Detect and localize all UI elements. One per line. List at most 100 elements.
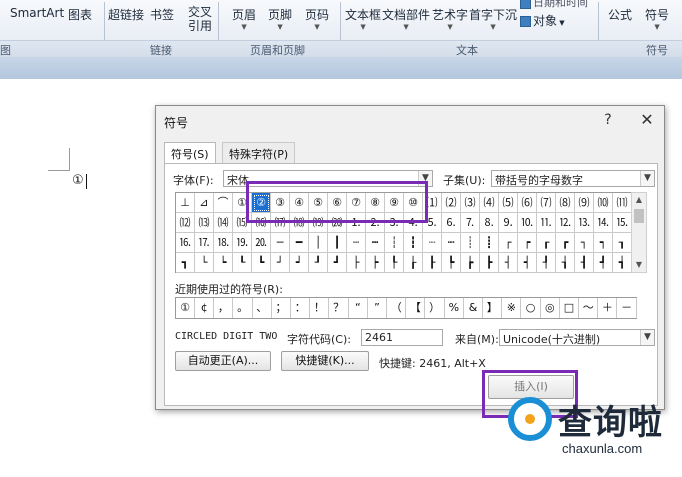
symbol-cell[interactable]: ⒄ <box>271 213 290 233</box>
symbol-cell[interactable]: ⒔ <box>575 213 594 233</box>
recent-symbol-cell[interactable]: ！ <box>310 298 330 318</box>
recent-symbol-cell[interactable]: － <box>618 298 637 318</box>
wordart-button[interactable]: 艺术字 ▼ <box>432 6 468 32</box>
symbol-cell[interactable]: ⌒ <box>214 193 233 213</box>
symbol-cell[interactable]: │ <box>309 233 328 253</box>
symbol-cell[interactable]: ┦ <box>537 253 556 273</box>
from-select[interactable]: Unicode(十六进制) ▼ <box>499 329 655 346</box>
symbol-cell[interactable]: ⒑ <box>518 213 537 233</box>
help-icon[interactable]: ? <box>599 112 617 128</box>
symbol-cell[interactable]: ┚ <box>309 253 328 273</box>
symbol-cell[interactable]: ⒈ <box>347 213 366 233</box>
recent-symbols-row[interactable]: ① ¢，。、；：！？ “” （【）% &】 ※ ○ ◎ □ ～＋－ <box>175 297 637 319</box>
symbol-cell[interactable]: ⒌ <box>423 213 442 233</box>
symbol-cell[interactable]: ⑹ <box>518 193 537 213</box>
symbol-cell[interactable]: ┃ <box>328 233 347 253</box>
symbol-cell[interactable]: ┢ <box>461 253 480 273</box>
hyperlink-button[interactable]: 超链接 <box>108 6 144 23</box>
scroll-up-icon[interactable]: ▲ <box>632 193 646 207</box>
symbol-cell[interactable]: ⑽ <box>594 193 613 213</box>
header-button[interactable]: 页眉 ▼ <box>232 6 256 32</box>
recent-symbol-cell[interactable]: ？ <box>330 298 349 318</box>
symbol-cell[interactable]: ┋ <box>480 233 499 253</box>
symbol-cell[interactable]: ┣ <box>480 253 499 273</box>
scroll-thumb[interactable] <box>634 209 644 223</box>
symbol-cell[interactable]: ┉ <box>442 233 461 253</box>
quick-parts-button[interactable]: 文档部件 ▼ <box>382 6 430 32</box>
symbol-cell[interactable]: ┘ <box>271 253 290 273</box>
recent-symbol-cell[interactable]: ※ <box>502 298 522 318</box>
tab-special-characters[interactable]: 特殊字符(P) <box>222 142 296 163</box>
symbol-cell[interactable]: ┅ <box>366 233 385 253</box>
symbol-cell[interactable]: ├ <box>347 253 366 273</box>
document-inserted-character[interactable]: ① <box>72 173 84 188</box>
symbol-cell[interactable]: ┛ <box>328 253 347 273</box>
equation-button[interactable]: 公式 <box>608 6 632 23</box>
tab-symbols[interactable]: 符号(S) <box>164 142 216 164</box>
subset-select[interactable]: 带括号的字母数字 ▼ <box>491 170 655 187</box>
symbol-cell[interactable]: ⒃ <box>252 213 271 233</box>
symbol-cell[interactable]: ┟ <box>404 253 423 273</box>
symbol-cell[interactable]: ② <box>252 193 271 213</box>
recent-symbol-cell[interactable]: 。 <box>234 298 253 318</box>
symbol-cell[interactable]: ┍ <box>518 233 537 253</box>
symbol-cell[interactable]: ┕ <box>214 253 233 273</box>
symbol-cell[interactable]: ┝ <box>366 253 385 273</box>
symbol-cell[interactable]: ┩ <box>594 253 613 273</box>
symbol-cell[interactable]: ┤ <box>499 253 518 273</box>
chevron-down-icon[interactable]: ▼ <box>640 171 654 186</box>
chevron-down-icon[interactable]: ▼ <box>640 330 654 345</box>
chevron-down-icon[interactable]: ▼ <box>418 171 432 186</box>
symbol-cell[interactable]: ⑼ <box>575 193 594 213</box>
symbol-cell[interactable]: ⒒ <box>537 213 556 233</box>
symbol-cell[interactable]: ⒍ <box>442 213 461 233</box>
symbol-cell[interactable]: ┙ <box>290 253 309 273</box>
symbol-cell[interactable]: ⒁ <box>214 213 233 233</box>
recent-symbol-cell[interactable]: ＋ <box>598 298 618 318</box>
page-number-button[interactable]: 页码 ▼ <box>305 6 329 32</box>
symbol-cell[interactable]: ┨ <box>575 253 594 273</box>
symbol-cell[interactable]: ⑤ <box>309 193 328 213</box>
symbol-cell[interactable]: ┪ <box>613 253 632 273</box>
symbol-cell[interactable]: ⑿ <box>176 213 195 233</box>
char-code-input[interactable]: 2461 <box>361 329 443 346</box>
symbol-cell[interactable]: ⒏ <box>480 213 499 233</box>
symbol-cell[interactable]: ① <box>233 193 252 213</box>
symbol-cell[interactable]: ⑧ <box>366 193 385 213</box>
recent-symbol-cell[interactable]: % <box>445 298 464 318</box>
symbol-cell[interactable]: ⒖ <box>613 213 632 233</box>
recent-symbol-cell[interactable]: ～ <box>579 298 599 318</box>
symbol-cell[interactable]: ┇ <box>404 233 423 253</box>
recent-symbol-cell[interactable]: （ <box>387 298 407 318</box>
symbol-cell[interactable]: ⑸ <box>499 193 518 213</box>
symbol-cell[interactable]: ┥ <box>518 253 537 273</box>
recent-symbol-cell[interactable]: ◎ <box>541 298 560 318</box>
symbol-cell[interactable]: ⒗ <box>176 233 195 253</box>
symbol-cell[interactable]: ┒ <box>613 233 632 253</box>
symbol-grid[interactable]: ⊥ ⊿ ⌒ ① ② ③ ④ ⑤ ⑥ ⑦ ⑧ ⑨ ⑩ ⑴ ⑵ ⑶ ⑷ ⑸ ⑹ ⑺ ⑻ ⑼ ⑽ ⑾ ⑿ ⒀ ⒁ ⒂ ⒃ ⒄ ⒅ ⒆ ⒇ ⒈ ⒉ ⒊ ⒋ ⒌ ⒍ ⒎… <box>175 192 632 273</box>
recent-symbol-cell[interactable]: ； <box>272 298 291 318</box>
symbol-cell[interactable]: ┠ <box>423 253 442 273</box>
recent-symbol-cell[interactable]: ¢ <box>195 298 215 318</box>
symbol-cell[interactable]: ┗ <box>252 253 271 273</box>
symbol-cell[interactable]: ⒀ <box>195 213 214 233</box>
recent-symbol-cell[interactable]: 【 <box>406 298 426 318</box>
symbol-cell[interactable]: ⒋ <box>404 213 423 233</box>
symbol-cell[interactable]: ⒓ <box>556 213 575 233</box>
recent-symbol-cell[interactable]: “ <box>349 298 368 318</box>
symbol-cell[interactable]: ┓ <box>176 253 195 273</box>
recent-symbol-cell[interactable]: ① <box>176 298 195 318</box>
symbol-cell[interactable]: ⒂ <box>233 213 252 233</box>
drop-cap-button[interactable]: 首字下沉 ▼ <box>469 6 517 32</box>
symbol-cell[interactable]: ⑷ <box>480 193 499 213</box>
chart-button[interactable]: 图表 <box>68 6 92 23</box>
symbol-cell[interactable]: ④ <box>290 193 309 213</box>
symbol-cell[interactable]: ⑨ <box>385 193 404 213</box>
recent-symbol-cell[interactable]: ， <box>214 298 234 318</box>
symbol-cell[interactable]: ⒚ <box>233 233 252 253</box>
symbol-cell[interactable]: ⑶ <box>461 193 480 213</box>
footer-button[interactable]: 页脚 ▼ <box>268 6 292 32</box>
recent-symbol-cell[interactable]: & <box>464 298 483 318</box>
bookmark-button[interactable]: 书签 <box>150 6 174 23</box>
symbol-cell[interactable]: ┎ <box>537 233 556 253</box>
